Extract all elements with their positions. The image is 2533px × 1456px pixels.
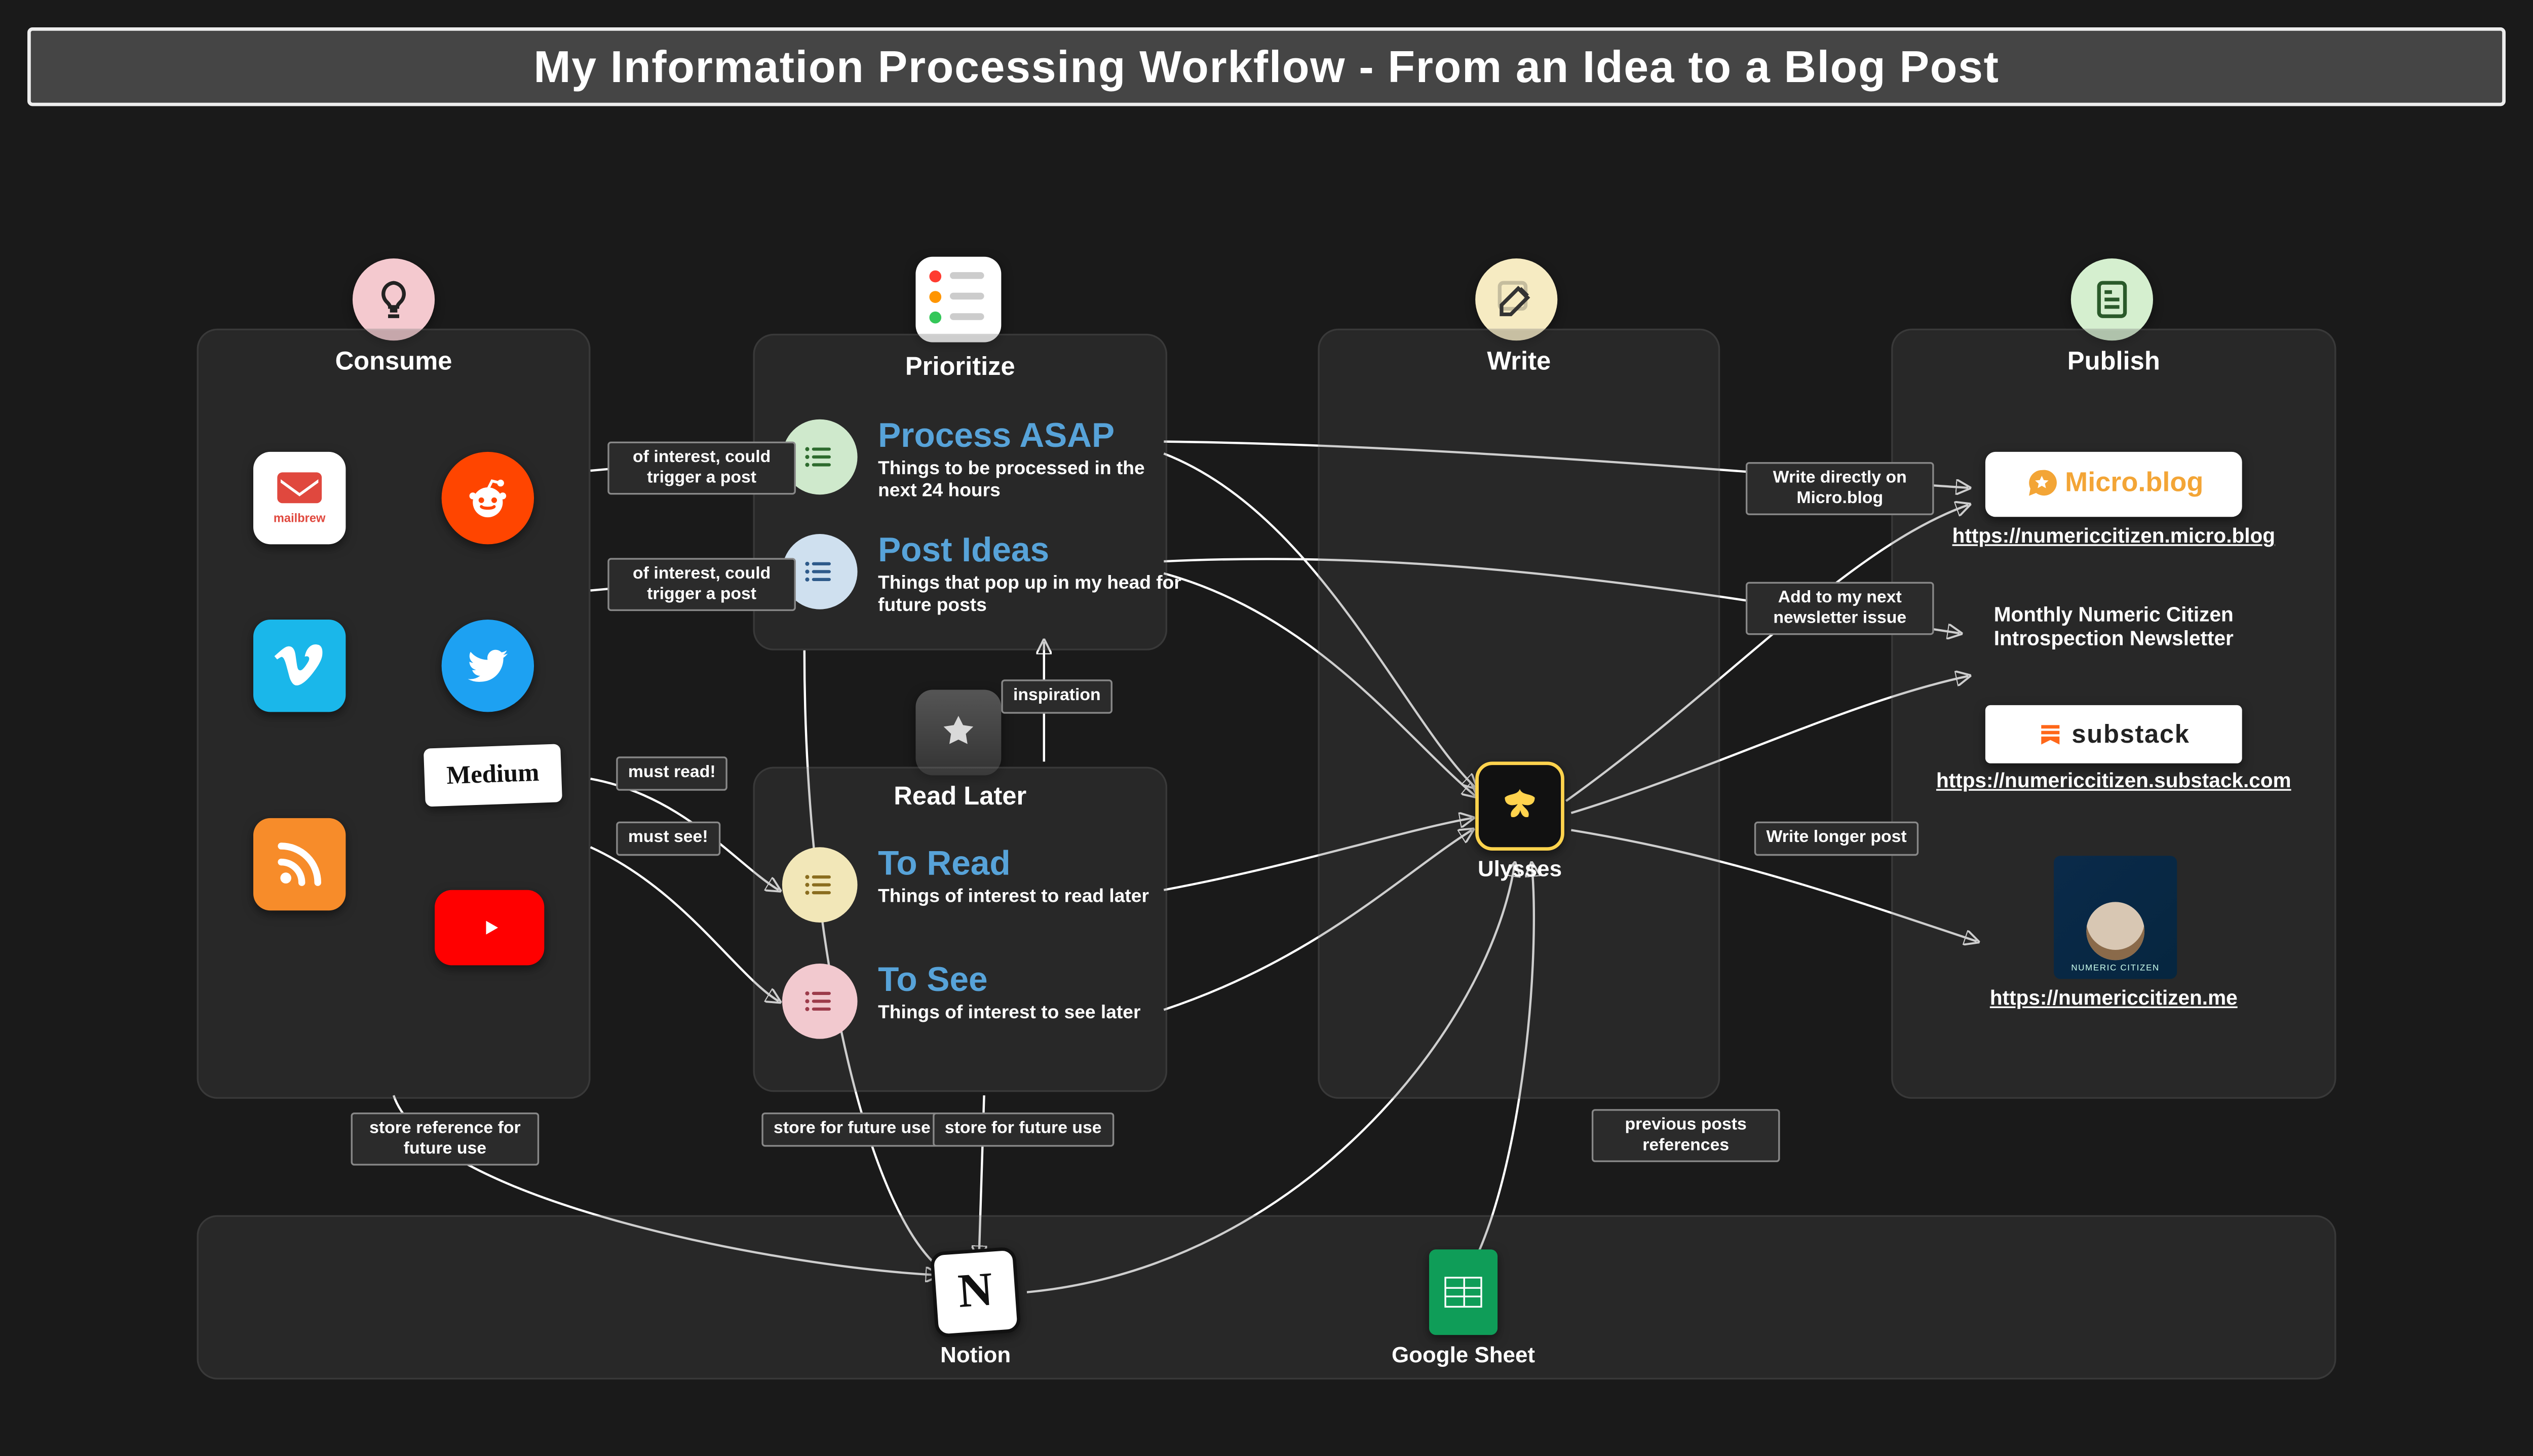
edge-interest-1: of interest, could trigger a post	[607, 442, 796, 495]
gsheet-icon	[1429, 1249, 1498, 1335]
reminders-app-icon	[915, 257, 1001, 342]
medium-icon: Medium	[424, 744, 562, 807]
microblog-url[interactable]: https://numericcitizen.micro.blog	[1891, 524, 2336, 548]
process-asap-item: Process ASAP Things to be processed in t…	[782, 419, 1186, 504]
youtube-icon	[435, 890, 544, 966]
readlater-panel: Read Later	[753, 767, 1167, 1092]
edge-store-2: store for future use	[933, 1113, 1114, 1146]
me-avatar: NUMERIC CITIZEN	[2054, 856, 2177, 979]
substack-badge: substack	[1985, 705, 2242, 763]
edge-store-1: store for future use	[761, 1113, 942, 1146]
microblog-badge: Micro.blog	[1985, 452, 2242, 517]
process-asap-title: Process ASAP	[878, 419, 1186, 454]
compose-icon	[1494, 277, 1539, 322]
list-icon	[782, 964, 858, 1039]
post-ideas-sub: Things that pop up in my head for future…	[878, 573, 1186, 619]
newsletter-title: Monthly Numeric Citizen Introspection Ne…	[1942, 602, 2285, 652]
page-title: My Information Processing Workflow - Fro…	[533, 40, 1999, 93]
notion-label: Notion	[890, 1342, 1061, 1368]
readlater-app-icon	[915, 689, 1001, 775]
consume-label: Consume	[199, 348, 589, 376]
process-asap-sub: Things to be processed in the next 24 ho…	[878, 458, 1186, 504]
title-bar: My Information Processing Workflow - Fro…	[27, 27, 2506, 106]
to-see-sub: Things of interest to see later	[878, 1003, 1140, 1026]
edge-interest-2: of interest, could trigger a post	[607, 558, 796, 611]
article-icon	[2090, 277, 2134, 322]
reddit-icon	[442, 452, 534, 544]
publish-label: Publish	[1893, 348, 2334, 376]
butterfly-icon	[1494, 781, 1545, 832]
prioritize-label: Prioritize	[755, 353, 1166, 381]
to-see-item: To See Things of interest to see later	[782, 964, 1141, 1039]
post-ideas-title: Post Ideas	[878, 534, 1186, 568]
post-ideas-item: Post Ideas Things that pop up in my head…	[782, 534, 1186, 619]
edge-write-microblog: Write directly on Micro.blog	[1746, 462, 1934, 515]
mailbrew-icon: mailbrew	[253, 452, 346, 544]
rss-icon	[253, 818, 346, 910]
consume-panel: Consume	[197, 329, 591, 1099]
lightbulb-icon	[371, 277, 416, 322]
edge-must-read: must read!	[616, 756, 727, 790]
edge-must-see: must see!	[616, 822, 720, 855]
write-label: Write	[1320, 348, 1718, 376]
readlater-label: Read Later	[755, 782, 1166, 811]
twitter-icon	[442, 620, 534, 712]
substack-url[interactable]: https://numericcitizen.substack.com	[1891, 769, 2336, 792]
write-panel: Write	[1318, 329, 1720, 1099]
to-read-sub: Things of interest to read later	[878, 887, 1149, 909]
list-icon	[782, 847, 858, 923]
notion-icon: N	[930, 1247, 1021, 1338]
storage-panel	[197, 1215, 2336, 1380]
edge-inspiration: inspiration	[1001, 679, 1112, 713]
edge-write-longer: Write longer post	[1754, 822, 1918, 855]
ulysses-icon	[1475, 761, 1564, 851]
ulysses-label: Ulysses	[1446, 856, 1594, 882]
to-read-item: To Read Things of interest to read later	[782, 847, 1149, 923]
edge-add-newsletter: Add to my next newsletter issue	[1746, 582, 1934, 635]
vimeo-icon	[253, 620, 346, 712]
edge-store-ref: store reference for future use	[351, 1113, 540, 1166]
gsheet-label: Google Sheet	[1369, 1342, 1558, 1368]
to-read-title: To Read	[878, 847, 1149, 882]
edge-prev-refs: previous posts references	[1592, 1109, 1780, 1162]
me-url[interactable]: https://numericcitizen.me	[1891, 986, 2336, 1010]
to-see-title: To See	[878, 964, 1140, 998]
